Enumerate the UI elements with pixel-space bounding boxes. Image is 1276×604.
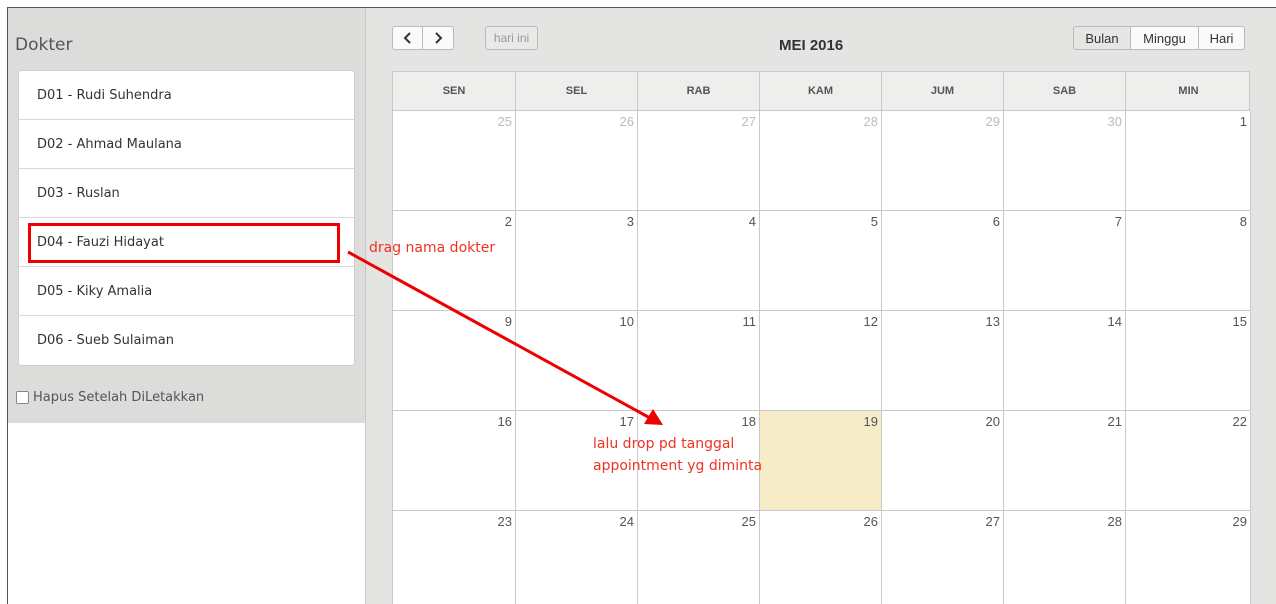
drop-annotation-line2: appointment yg diminta	[593, 458, 763, 474]
drop-annotation-line1: lalu drop pd tanggal	[593, 436, 735, 452]
drag-annotation: drag nama dokter	[369, 240, 496, 256]
app-frame: Dokter D01 - Rudi Suhendra D02 - Ahmad M…	[7, 7, 1276, 604]
drag-arrow-icon	[347, 250, 663, 425]
